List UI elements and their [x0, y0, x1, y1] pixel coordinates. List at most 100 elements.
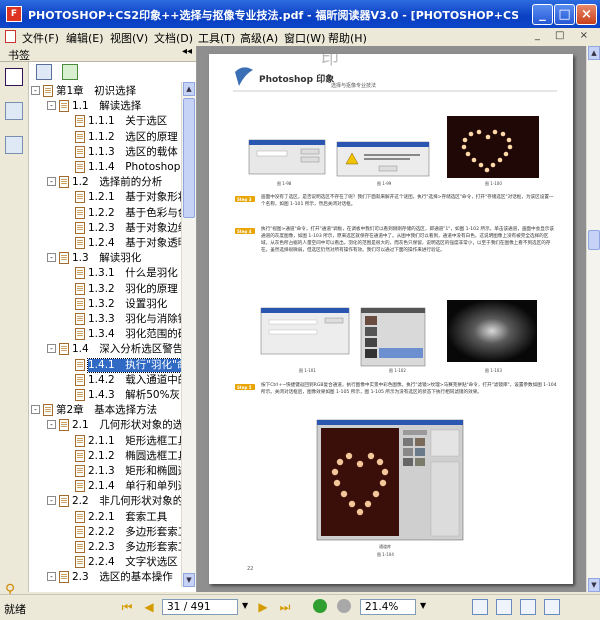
new-bookmark-icon[interactable]: [62, 64, 78, 80]
bookmark-item[interactable]: - 1.3 解读羽化: [29, 252, 181, 265]
close-button[interactable]: ×: [576, 4, 597, 25]
prev-page-icon[interactable]: ◀: [142, 600, 156, 614]
doc-scroll-up-arrow[interactable]: ▲: [588, 46, 600, 60]
scroll-thumb[interactable]: [183, 98, 195, 218]
maximize-button[interactable]: □: [554, 4, 575, 25]
single-page-view-icon[interactable]: [472, 599, 488, 615]
next-page-icon[interactable]: ▶: [256, 600, 270, 614]
back-icon[interactable]: [313, 599, 327, 613]
bookmark-icon: [75, 222, 85, 234]
zoom-dropdown-icon[interactable]: ▼: [420, 601, 426, 610]
menu-view[interactable]: 视图(V): [110, 30, 148, 46]
bookmark-item[interactable]: -2.3 选区的基本操作: [29, 571, 181, 584]
tree-toggle-icon[interactable]: -: [47, 420, 56, 429]
bookmark-icon: [75, 374, 85, 386]
tree-toggle-icon[interactable]: -: [47, 177, 56, 186]
bookmark-item[interactable]: 1.1.4 Photoshop的: [29, 161, 181, 174]
bookmark-item[interactable]: 2.2.2 多边形套索工: [29, 526, 181, 539]
tree-toggle-icon[interactable]: -: [31, 86, 40, 95]
bookmarks-tab-icon[interactable]: [5, 68, 23, 86]
bookmark-label: 2.1 几何形状对象的选择: [72, 419, 181, 432]
doc-window-controls[interactable]: _ □ ×: [535, 30, 594, 41]
layers-tab-icon[interactable]: [5, 136, 23, 154]
page-number-input[interactable]: 31 / 491: [162, 599, 238, 615]
delete-bookmark-icon[interactable]: [36, 64, 52, 80]
bookmark-item[interactable]: 1.3.3 羽化与消除锯: [29, 313, 181, 326]
bookmark-icon: [75, 511, 85, 523]
tree-toggle-icon[interactable]: -: [47, 253, 56, 262]
bookmark-item[interactable]: 1.1.1 关于选区: [29, 115, 181, 128]
bookmark-item[interactable]: 1.3.4 羽化范围的确: [29, 328, 181, 341]
bookmark-icon: [75, 191, 85, 203]
bookmark-item[interactable]: - 第1章 初识选择: [29, 85, 181, 98]
last-page-icon[interactable]: ⏭: [278, 600, 292, 614]
bookmark-icon: [75, 480, 85, 492]
menu-advanced[interactable]: 高级(A): [240, 30, 278, 46]
menu-bar: 文件(F) 编辑(E) 视图(V) 文档(D) 工具(T) 高级(A) 窗口(W…: [0, 28, 600, 47]
bookmark-item[interactable]: -2.2 非几何形状对象的: [29, 495, 181, 508]
bookmark-item[interactable]: - 2.1 几何形状对象的选择: [29, 419, 181, 432]
continuous-facing-view-icon[interactable]: [544, 599, 560, 615]
minimize-button[interactable]: _: [532, 4, 553, 25]
document-scrollbar[interactable]: ▲ ▼: [586, 46, 600, 592]
bookmark-item[interactable]: 1.3.2 设置羽化: [29, 298, 181, 311]
bookmark-panel-header: 书签 ◂◂: [0, 46, 196, 62]
bookmark-item[interactable]: 1.3.1 什么是羽化: [29, 267, 181, 280]
tree-toggle-icon[interactable]: -: [47, 496, 56, 505]
bookmark-item[interactable]: 1.4.2 载入通道中的: [29, 374, 181, 387]
bookmark-item[interactable]: 1.1.3 选区的载体: [29, 146, 181, 159]
bookmark-tree: -第1章 初识选择-1.1 解读选择1.1.1 关于选区1.1.2 选区的原理1…: [29, 82, 181, 587]
bookmark-item[interactable]: 1.2.1 基于对象形状: [29, 191, 181, 204]
bookmark-label: 2.1.3 矩形和椭圆选: [88, 465, 181, 478]
menu-file[interactable]: 文件(F): [22, 30, 59, 46]
doc-scroll-thumb[interactable]: [588, 230, 600, 250]
bookmark-item[interactable]: 2.2.4 文字状选区: [29, 556, 181, 569]
zoom-input[interactable]: 21.4%: [360, 599, 416, 615]
header-subtitle: 选择与抠像专业技法: [331, 82, 376, 89]
facing-view-icon[interactable]: [520, 599, 536, 615]
collapse-panel-icon[interactable]: ◂◂: [182, 46, 192, 57]
bookmark-icon: [59, 176, 69, 188]
bookmark-item[interactable]: 1.4.1 执行"羽化"命: [29, 359, 181, 372]
page-dropdown-icon[interactable]: ▼: [242, 601, 248, 610]
tree-toggle-icon[interactable]: -: [47, 344, 56, 353]
bookmark-item[interactable]: -1.4 深入分析选区警告: [29, 343, 181, 356]
bookmark-label: 第1章 初识选择: [56, 85, 136, 98]
scroll-down-arrow[interactable]: ▼: [183, 573, 195, 587]
bookmark-icon: [75, 115, 85, 127]
bookmark-icon: [59, 100, 69, 112]
bookmark-label: 1.3 解读羽化: [72, 252, 141, 265]
bookmark-item[interactable]: 2.1.2 椭圆选框工具: [29, 450, 181, 463]
bookmark-label: 第2章 基本选择方法: [56, 404, 157, 417]
bookmark-item[interactable]: -1.1 解读选择: [29, 100, 181, 113]
bookmark-item[interactable]: 2.1.3 矩形和椭圆选: [29, 465, 181, 478]
bookmark-item[interactable]: 1.2.3 基于对象边缘: [29, 222, 181, 235]
bookmark-label: 1.4.1 执行"羽化"命: [88, 359, 181, 372]
menu-tools[interactable]: 工具(T): [198, 30, 235, 46]
bookmark-item[interactable]: 2.2.3 多边形套索工: [29, 541, 181, 554]
bookmark-item[interactable]: 1.2.4 基于对象透明: [29, 237, 181, 250]
bookmark-item[interactable]: 2.1.4 单行和单列选: [29, 480, 181, 493]
bookmark-item[interactable]: 1.2.2 基于色彩与色: [29, 207, 181, 220]
bookmark-scrollbar[interactable]: ▲ ▼: [181, 82, 196, 587]
bookmark-item[interactable]: 1.3.2 羽化的原理: [29, 283, 181, 296]
bookmark-item[interactable]: 2.2.1 套索工具: [29, 511, 181, 524]
tree-toggle-icon[interactable]: -: [47, 572, 56, 581]
forward-icon[interactable]: [337, 599, 351, 613]
menu-document[interactable]: 文档(D): [154, 30, 193, 46]
continuous-view-icon[interactable]: [496, 599, 512, 615]
tree-toggle-icon[interactable]: -: [47, 101, 56, 110]
scroll-up-arrow[interactable]: ▲: [183, 82, 195, 96]
bookmark-item[interactable]: - 第2章 基本选择方法: [29, 404, 181, 417]
doc-scroll-down-arrow[interactable]: ▼: [588, 578, 600, 592]
first-page-icon[interactable]: ⏮: [120, 600, 134, 614]
bookmark-item[interactable]: 2.1.1 矩形选框工具: [29, 435, 181, 448]
tree-toggle-icon[interactable]: -: [31, 405, 40, 414]
thumbnails-tab-icon[interactable]: [5, 102, 23, 120]
bookmark-item[interactable]: 1.4.3 解析50%灰白: [29, 389, 181, 402]
menu-help[interactable]: 帮助(H): [328, 30, 367, 46]
menu-window[interactable]: 窗口(W): [284, 30, 325, 46]
bookmark-item[interactable]: 1.1.2 选区的原理: [29, 131, 181, 144]
bookmark-item[interactable]: -1.2 选择前的分析: [29, 176, 181, 189]
menu-edit[interactable]: 编辑(E): [66, 30, 104, 46]
